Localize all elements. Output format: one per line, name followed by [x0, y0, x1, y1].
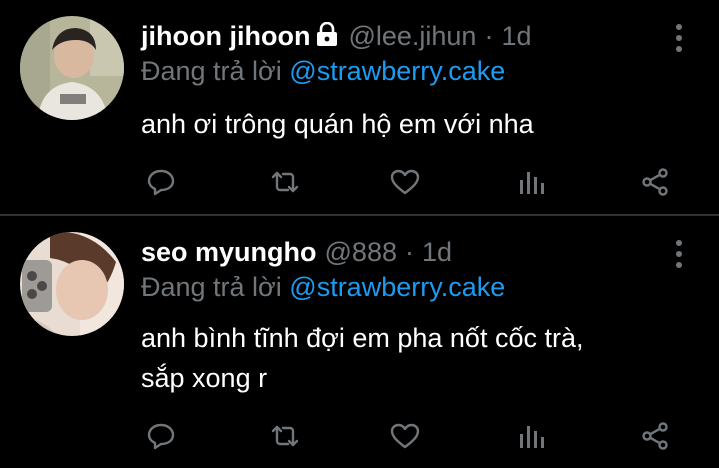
separator: · [404, 236, 414, 267]
tweet-actions [141, 162, 681, 202]
reply-context: Đang trả lời @strawberry.cake [141, 272, 505, 303]
share-icon[interactable] [635, 416, 675, 456]
views-icon[interactable] [511, 162, 551, 202]
more-icon[interactable] [669, 240, 689, 268]
reply-icon[interactable] [141, 162, 181, 202]
reply-prefix: Đang trả lời [141, 56, 282, 86]
reply-icon[interactable] [141, 416, 181, 456]
lock-icon [316, 21, 338, 51]
more-icon[interactable] [669, 24, 689, 52]
share-icon[interactable] [635, 162, 675, 202]
handle[interactable]: @888 [325, 237, 397, 268]
reply-context: Đang trả lời @strawberry.cake [141, 56, 505, 87]
views-icon[interactable] [511, 416, 551, 456]
tweet-text-line: sắp xong r [141, 363, 268, 393]
handle[interactable]: @lee.jihun [348, 21, 476, 52]
reply-mention-link[interactable]: @strawberry.cake [289, 272, 505, 302]
avatar[interactable] [20, 232, 124, 336]
tweet[interactable]: jihoon jihoon @lee.jihun · 1d Đang trả l… [0, 0, 719, 214]
retweet-icon[interactable] [265, 416, 305, 456]
reply-mention-link[interactable]: @strawberry.cake [289, 56, 505, 86]
like-icon[interactable] [385, 162, 425, 202]
avatar[interactable] [20, 16, 124, 120]
timestamp[interactable]: 1d [501, 21, 531, 52]
tweet-text: anh ơi trông quán hộ em với nha [141, 109, 534, 139]
like-icon[interactable] [385, 416, 425, 456]
display-name[interactable]: seo myungho [141, 237, 317, 268]
tweet[interactable]: seo myungho @888 · 1d Đang trả lời @stra… [0, 216, 719, 468]
reply-prefix: Đang trả lời [141, 272, 282, 302]
retweet-icon[interactable] [265, 162, 305, 202]
timestamp[interactable]: 1d [422, 237, 452, 268]
tweet-actions [141, 416, 681, 456]
separator: · [484, 20, 494, 51]
tweet-text: anh bình tĩnh đợi em pha nốt cốc trà, sắ… [141, 318, 701, 398]
tweet-text-line: anh bình tĩnh đợi em pha nốt cốc trà, [141, 323, 584, 353]
display-name[interactable]: jihoon jihoon [141, 21, 310, 52]
